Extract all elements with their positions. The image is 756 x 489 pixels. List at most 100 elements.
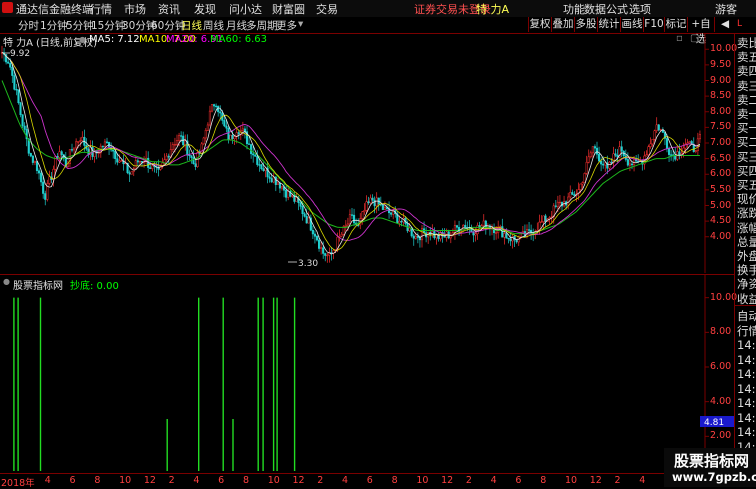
period-more[interactable]: 更多 (276, 18, 297, 33)
f10-button[interactable]: F10 (643, 17, 664, 32)
tick-time: 14:5 (737, 396, 756, 410)
period-weekly[interactable]: 周线 (203, 18, 224, 33)
candle-body (262, 168, 265, 171)
tick-time: 14:5 (737, 367, 756, 381)
candle-body (340, 234, 343, 237)
price-tick: 7.50 (710, 121, 732, 133)
period-5min[interactable]: 5分钟 (66, 18, 94, 33)
candle-body (320, 247, 323, 249)
time-label: 12 (441, 475, 454, 486)
time-label: 2 (614, 475, 621, 486)
candle-body (593, 146, 596, 149)
user-label[interactable]: 游客 (715, 1, 737, 17)
period-daily[interactable]: 日线 (181, 18, 202, 33)
candle-body (44, 193, 47, 200)
menu-faxian[interactable]: 发现 (194, 1, 216, 17)
candle-body (400, 221, 403, 223)
tick-time: 14:5 (737, 338, 756, 352)
period-15min[interactable]: 15分钟 (91, 18, 125, 33)
candle-body (149, 167, 152, 170)
candle-body (346, 223, 349, 226)
candle-body (653, 130, 656, 140)
candle-body (35, 161, 39, 171)
indicator-chart[interactable]: 4.81 (0, 275, 734, 473)
title-bar: 通达信金融终端 行情 市场 资讯 发现 问小达 财富圈 交易 证券交易未登录 特… (0, 0, 756, 18)
menu-gongshi[interactable]: 公式 (606, 1, 628, 17)
time-label: 12 (589, 475, 602, 486)
candle-body (140, 161, 144, 163)
candle-body (311, 229, 314, 235)
time-label: 6 (218, 475, 225, 486)
quote-field-label: 买二 (737, 135, 756, 150)
candle-body (598, 153, 601, 162)
menu-caifuquan[interactable]: 财富圈 (272, 1, 305, 17)
candle-body (474, 233, 477, 236)
period-1min[interactable]: 1分钟 (40, 18, 68, 33)
menu-gongneng[interactable]: 功能 (563, 1, 585, 17)
candle-body (225, 125, 228, 129)
candle-body (280, 186, 284, 189)
indicator-tick: 4.00 (710, 395, 732, 407)
indicator-axis: 10.00 8.00 6.00 4.00 2.00 (707, 275, 737, 473)
candle-body (291, 194, 294, 197)
candle-body (151, 165, 154, 170)
candle-body (9, 63, 12, 68)
candle-body (482, 220, 485, 226)
candle-body (223, 120, 226, 127)
biaoji-button[interactable]: 标记 (664, 17, 687, 32)
candle-body (285, 189, 288, 198)
candle-body (58, 151, 61, 158)
ma60-line (1, 80, 700, 235)
quote-field-label: 买五 (737, 178, 756, 192)
candle-body (322, 247, 325, 254)
candle-body (581, 182, 584, 185)
menu-shuju[interactable]: 数据 (584, 1, 606, 17)
period-multi[interactable]: 多周期 (246, 18, 278, 33)
indicator-tick: 6.00 (710, 361, 732, 372)
more-chevron-icon[interactable]: ▾ (298, 18, 303, 30)
candle-body (373, 199, 376, 207)
candle-body (210, 104, 214, 112)
fuquan-button[interactable]: 复权 (528, 17, 551, 32)
menu-hangqing[interactable]: 行情 (90, 1, 112, 17)
candle-body (350, 214, 354, 216)
candle-body (608, 161, 611, 169)
candle-body (554, 205, 557, 207)
candle-body (29, 153, 32, 157)
diejia-button[interactable]: 叠加 (551, 17, 574, 32)
tick-time: 14:5 (737, 381, 756, 396)
quote-field-label: 换手 (737, 263, 756, 278)
quote-field-label: 买一 (737, 121, 756, 136)
menu-zixun[interactable]: 资讯 (158, 1, 180, 17)
menu-xuanxiang[interactable]: 选项 (629, 1, 651, 17)
candle-body (276, 182, 279, 185)
quote-field-label: 卖四 (737, 64, 756, 79)
candle-body (665, 138, 669, 149)
candle-body (188, 154, 191, 156)
candle-body (241, 128, 244, 131)
candle-body (73, 147, 76, 151)
candle-body (134, 160, 137, 169)
candle-body (330, 252, 333, 254)
candle-body (511, 236, 514, 242)
candle-body (367, 201, 370, 204)
tongji-button[interactable]: 统计 (597, 17, 620, 32)
add-watchlist-button[interactable]: +自选 (687, 17, 714, 45)
candle-body (628, 163, 631, 166)
quote-field-label: 买三 (737, 149, 756, 164)
panel-badge[interactable]: L (737, 17, 742, 32)
candle-body (515, 239, 518, 243)
huaxian-button[interactable]: 画线 (620, 17, 643, 32)
candle-body (600, 160, 603, 165)
candle-body (670, 154, 673, 156)
price-chart[interactable]: 9.92 3.30 (0, 33, 734, 273)
menu-shichang[interactable]: 市场 (124, 1, 146, 17)
period-fenshi[interactable]: 分时 (18, 18, 39, 33)
duogu-button[interactable]: 多股 (574, 17, 597, 32)
menu-wenxiaoda[interactable]: 问小达 (229, 1, 262, 17)
collapse-arrow-icon[interactable]: ◀ (714, 17, 735, 32)
period-monthly[interactable]: 月线 (226, 18, 247, 33)
tick-time: 14:5 (737, 352, 756, 367)
menu-jiaoyi[interactable]: 交易 (316, 1, 338, 17)
price-tick: 8.00 (710, 105, 732, 117)
